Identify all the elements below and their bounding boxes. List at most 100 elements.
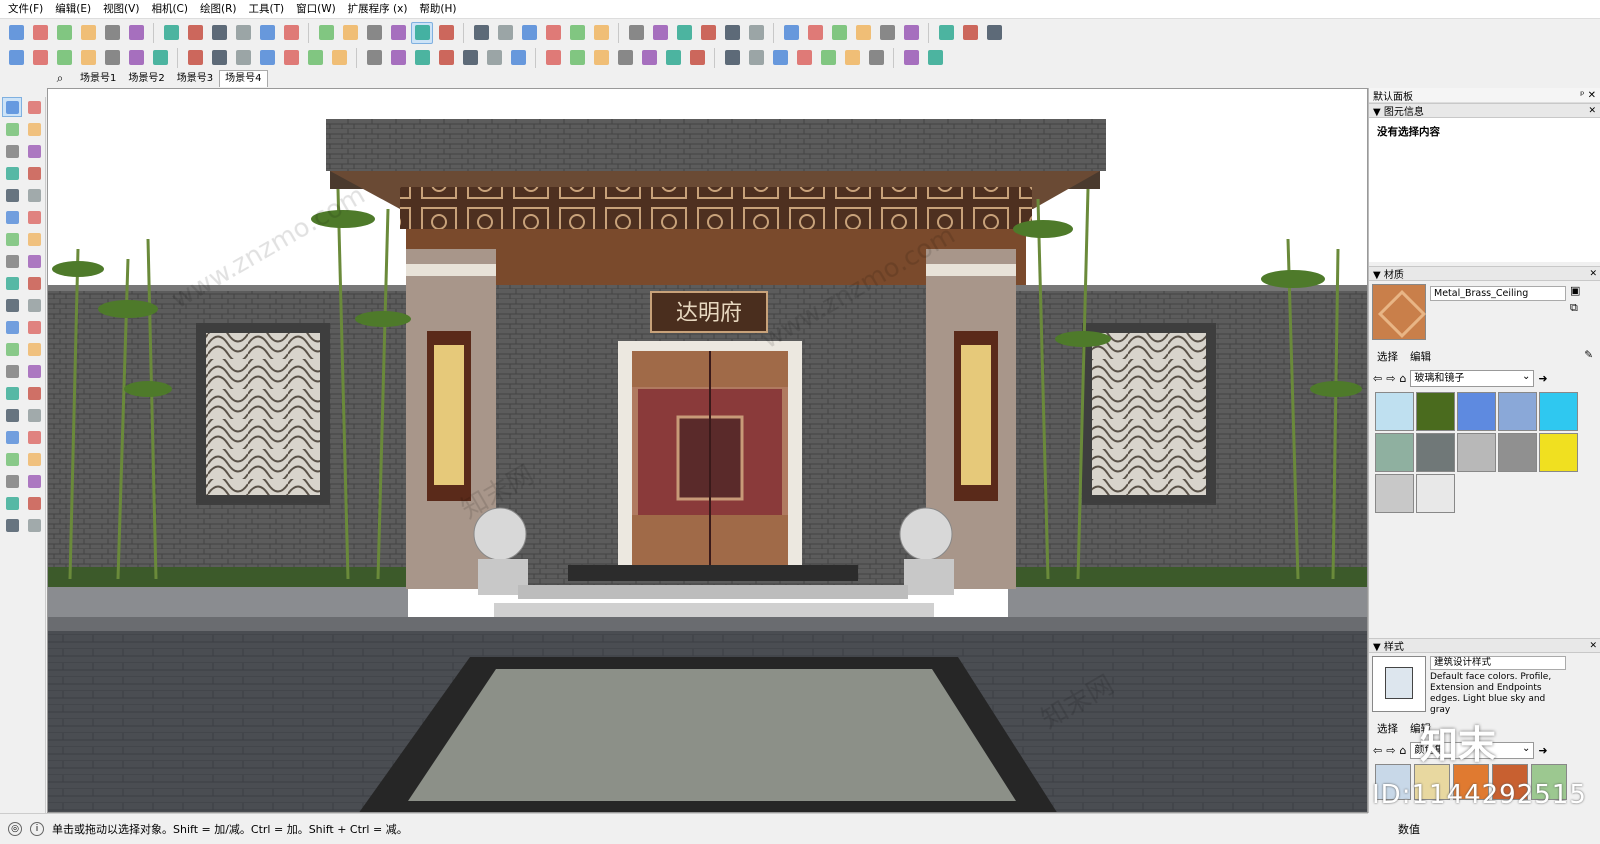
back-edges-icon[interactable] [315, 22, 337, 44]
material-icon[interactable] [983, 22, 1005, 44]
pin-close-icons[interactable]: ᵖ ✕ [1580, 90, 1596, 101]
polygon-icon[interactable] [24, 185, 44, 205]
details-arrow-icon[interactable]: ➜ [1538, 372, 1547, 385]
look-icon[interactable] [566, 47, 588, 69]
erase-icon[interactable] [160, 22, 182, 44]
open-icon[interactable] [29, 22, 51, 44]
sandbox-icon[interactable] [304, 47, 326, 69]
material-swatch[interactable] [1498, 433, 1537, 472]
rectangle-icon[interactable] [2, 163, 22, 183]
axes-icon[interactable] [662, 47, 684, 69]
cut-icon[interactable] [77, 22, 99, 44]
shaded-icon[interactable] [387, 22, 409, 44]
smoove-icon[interactable] [24, 493, 44, 513]
move-icon[interactable] [2, 251, 22, 271]
orbit-icon[interactable] [2, 383, 22, 403]
new-icon[interactable] [5, 22, 27, 44]
material-swatch[interactable] [1539, 433, 1578, 472]
drape-icon[interactable] [387, 47, 409, 69]
offset-icon[interactable] [24, 295, 44, 315]
follow-me-icon[interactable] [24, 273, 44, 293]
home-icon[interactable]: ⌂ [1399, 372, 1406, 385]
style-icon[interactable] [959, 22, 981, 44]
save-icon[interactable] [53, 22, 75, 44]
section-cut-icon[interactable] [721, 22, 743, 44]
menu-item-4[interactable]: 绘图(R) [194, 0, 243, 19]
xy-icon[interactable] [793, 47, 815, 69]
help-icon[interactable] [924, 47, 946, 69]
split-icon[interactable] [280, 47, 302, 69]
tape-icon[interactable] [2, 317, 22, 337]
redo-icon[interactable] [208, 22, 230, 44]
component-icon[interactable] [625, 22, 647, 44]
trim-icon[interactable] [256, 47, 278, 69]
push-pull-icon[interactable] [125, 47, 147, 69]
current-material-swatch[interactable] [1372, 284, 1426, 340]
offset-icon[interactable] [101, 47, 123, 69]
group-icon[interactable] [649, 22, 671, 44]
walk-icon[interactable] [2, 471, 22, 491]
profile-icon[interactable] [828, 22, 850, 44]
text-icon[interactable] [5, 47, 27, 69]
3d-text-icon[interactable] [24, 361, 44, 381]
xray-icon[interactable] [280, 22, 302, 44]
material-swatch[interactable] [1457, 392, 1496, 431]
zoom-window-icon[interactable] [24, 405, 44, 425]
shaded-texture-icon[interactable] [411, 21, 433, 44]
menu-item-8[interactable]: 帮助(H) [413, 0, 462, 19]
extension-icon[interactable] [876, 22, 898, 44]
top-icon[interactable] [494, 22, 516, 44]
scene-tab-4[interactable]: 场景号4 [219, 70, 268, 87]
material-swatch[interactable] [1375, 392, 1414, 431]
position-camera-icon[interactable] [590, 47, 612, 69]
material-swatch[interactable] [1416, 392, 1455, 431]
print-icon[interactable] [232, 22, 254, 44]
styles-tab-select[interactable]: 选择 [1377, 721, 1398, 736]
skin-icon[interactable] [769, 47, 791, 69]
wireframe-icon[interactable] [339, 22, 361, 44]
zoom-extents-icon[interactable] [2, 427, 22, 447]
subtract-icon[interactable] [232, 47, 254, 69]
shadow-settings-icon[interactable] [745, 47, 767, 69]
entity-info-header[interactable]: ▼ 图元信息 ✕ [1369, 103, 1600, 118]
3dwarehouse-icon[interactable] [852, 22, 874, 44]
pie-icon[interactable] [24, 229, 44, 249]
paint-icon[interactable] [721, 47, 743, 69]
look-around-icon[interactable] [24, 449, 44, 469]
iso-icon[interactable] [470, 22, 492, 44]
protractor-icon[interactable] [638, 47, 660, 69]
hidden-line-icon[interactable] [363, 22, 385, 44]
paste-icon[interactable] [125, 22, 147, 44]
add-detail-icon[interactable] [435, 47, 457, 69]
menu-item-1[interactable]: 编辑(E) [49, 0, 97, 19]
pan-icon[interactable] [24, 383, 44, 403]
union-icon[interactable] [208, 47, 230, 69]
smoove-icon[interactable] [328, 47, 350, 69]
eyedropper-icon[interactable]: ✎ [1584, 349, 1593, 364]
model-info-icon[interactable] [256, 22, 278, 44]
camera-icon[interactable] [507, 47, 529, 69]
plugin-icon[interactable] [935, 22, 957, 44]
arc-3pt-icon[interactable] [2, 229, 22, 249]
back-arrow-icon[interactable]: ⇦ [1373, 744, 1382, 757]
rotated-rect-icon[interactable] [24, 163, 44, 183]
intersect-icon[interactable] [149, 47, 171, 69]
left-icon[interactable] [590, 22, 612, 44]
walk-icon[interactable] [542, 47, 564, 69]
material-swatch[interactable] [1375, 433, 1414, 472]
menu-item-7[interactable]: 扩展程序 (x) [342, 0, 414, 19]
menu-item-2[interactable]: 视图(V) [97, 0, 145, 19]
copy-icon[interactable] [101, 22, 123, 44]
circle-icon[interactable] [2, 185, 22, 205]
current-style-thumbnail[interactable] [1372, 656, 1426, 712]
dimension-icon[interactable] [24, 317, 44, 337]
material-library-select[interactable]: 玻璃和镜子 [1410, 369, 1535, 387]
material-swatch[interactable] [1416, 474, 1455, 513]
edge-style-icon[interactable] [804, 22, 826, 44]
select-icon[interactable] [2, 97, 22, 117]
follow-me-icon[interactable] [77, 47, 99, 69]
forward-arrow-icon[interactable]: ⇨ [1386, 744, 1395, 757]
drape-icon[interactable] [24, 515, 44, 535]
stamp-icon[interactable] [2, 515, 22, 535]
section-icon[interactable] [673, 22, 695, 44]
